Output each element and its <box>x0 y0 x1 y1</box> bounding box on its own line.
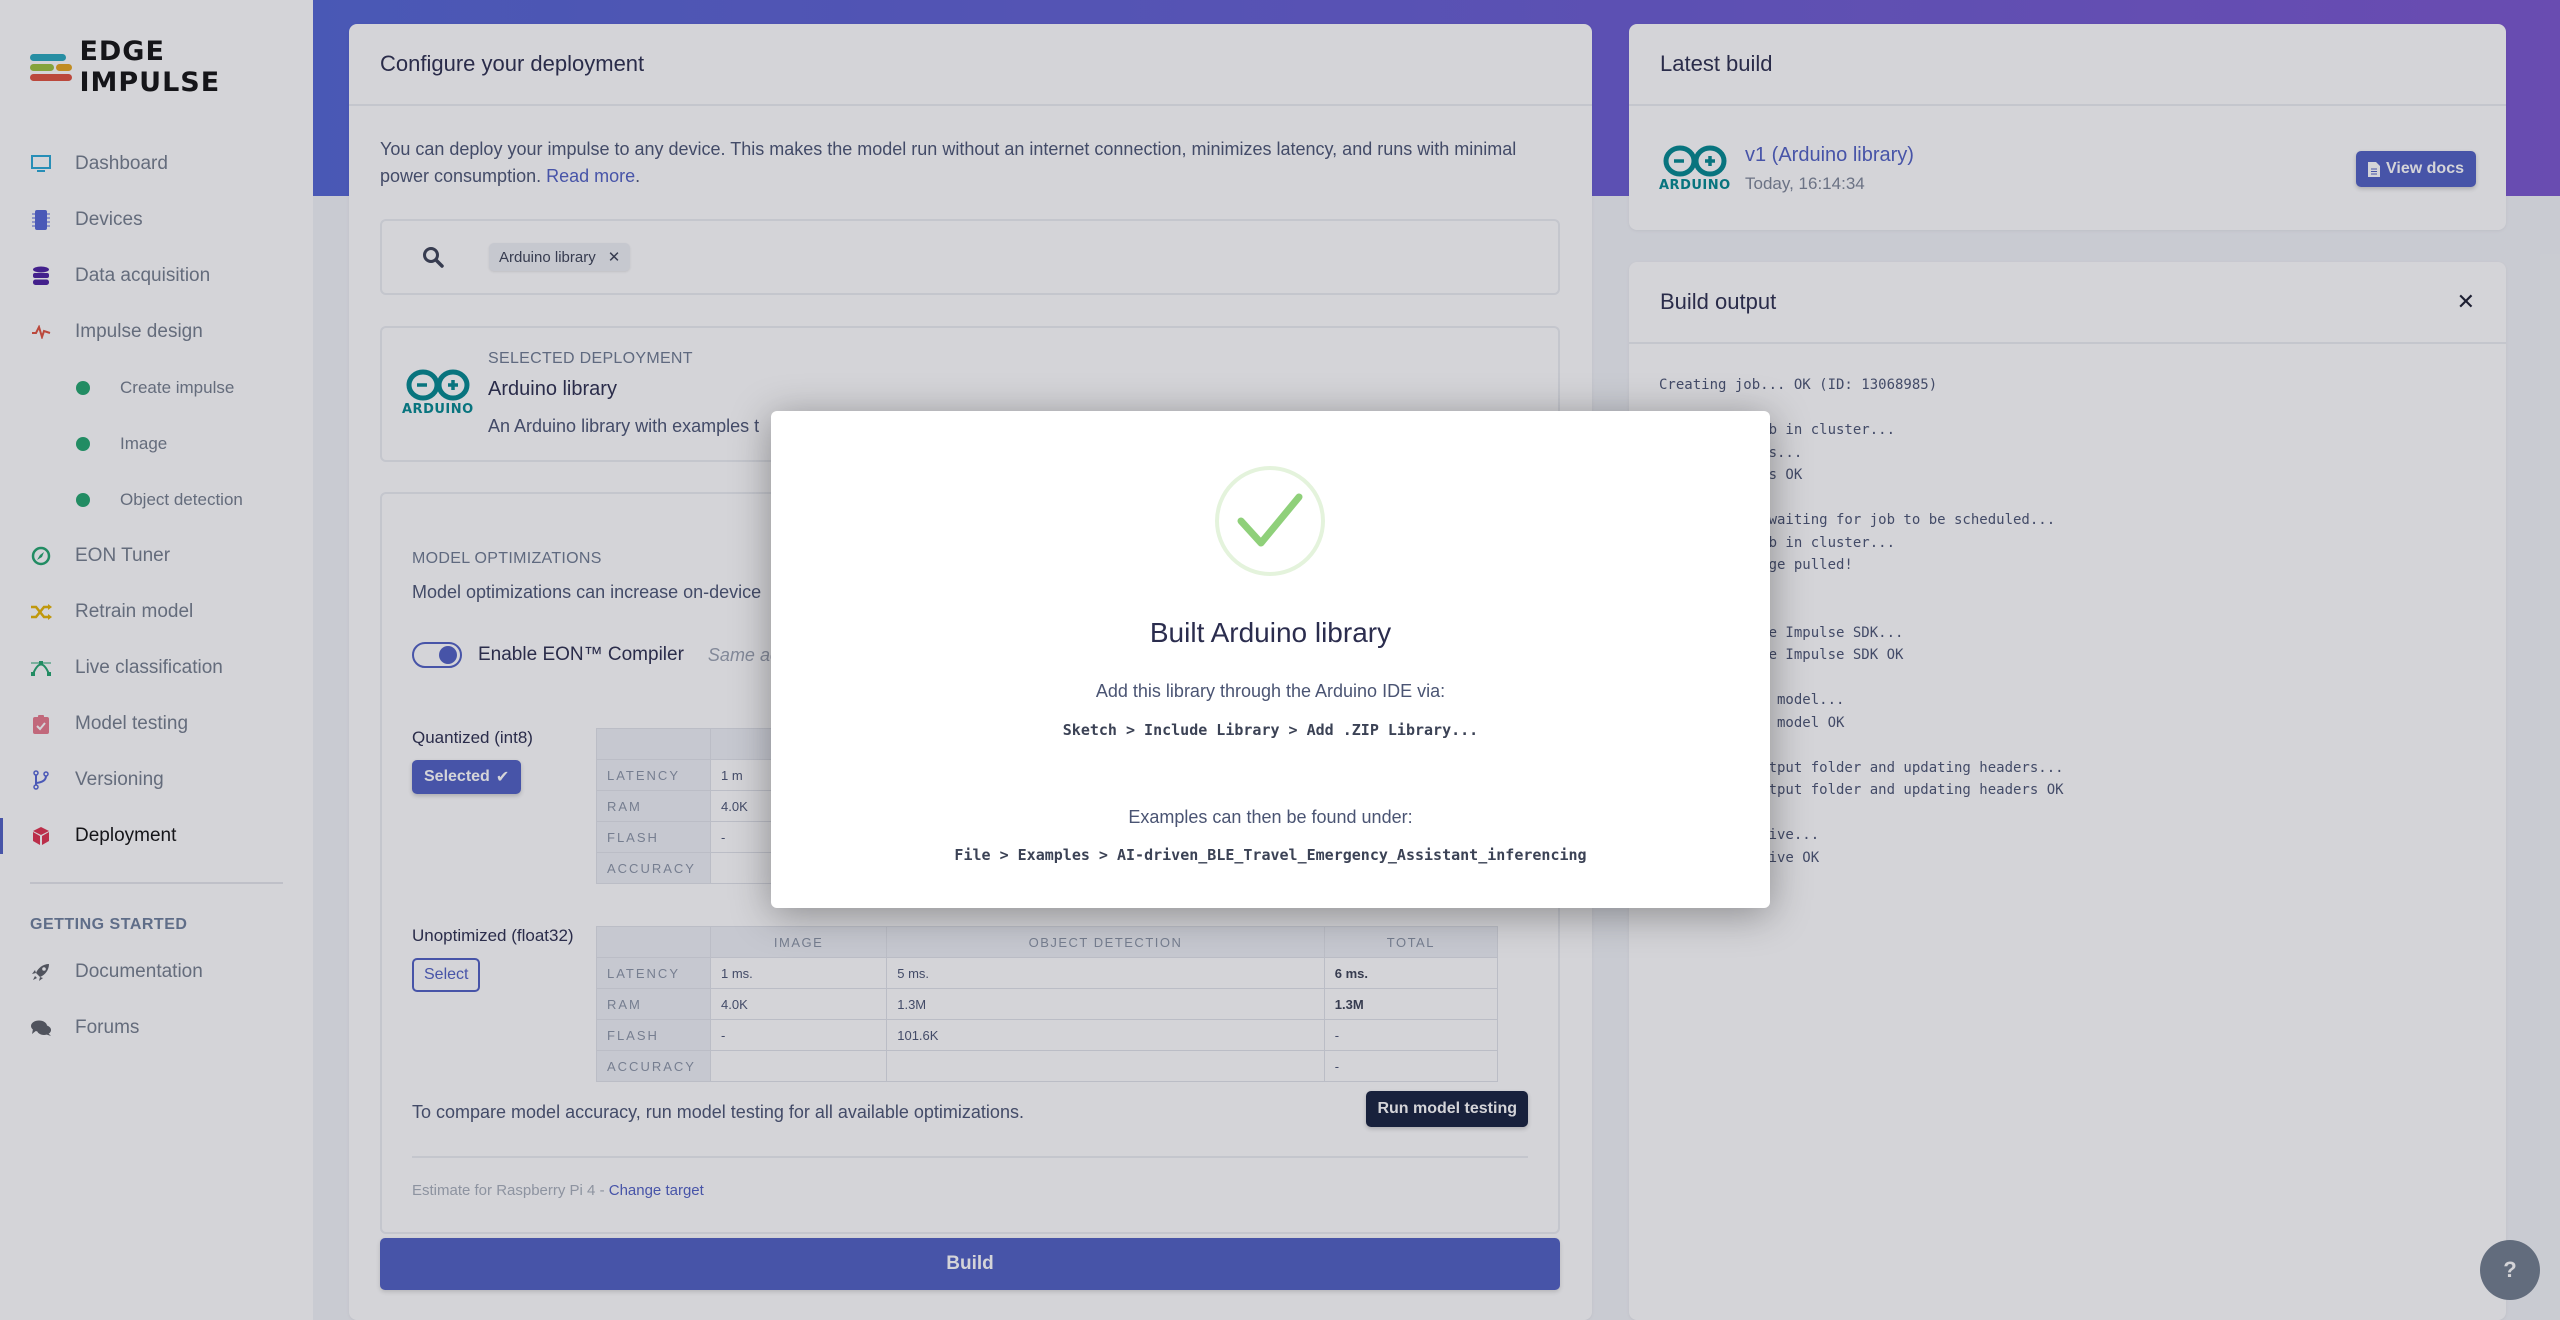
modal-title: Built Arduino library <box>1149 617 1392 648</box>
modal-examples-path: File > Examples > AI-driven_BLE_Travel_E… <box>954 846 1587 864</box>
build-success-modal: Built Arduino library Add this library t… <box>771 411 1770 908</box>
success-check-icon <box>1215 466 1325 576</box>
modal-add-text: Add this library through the Arduino IDE… <box>1095 681 1446 701</box>
modal-add-path: Sketch > Include Library > Add .ZIP Libr… <box>1062 721 1479 739</box>
modal-examples-text: Examples can then be found under: <box>1128 807 1413 827</box>
